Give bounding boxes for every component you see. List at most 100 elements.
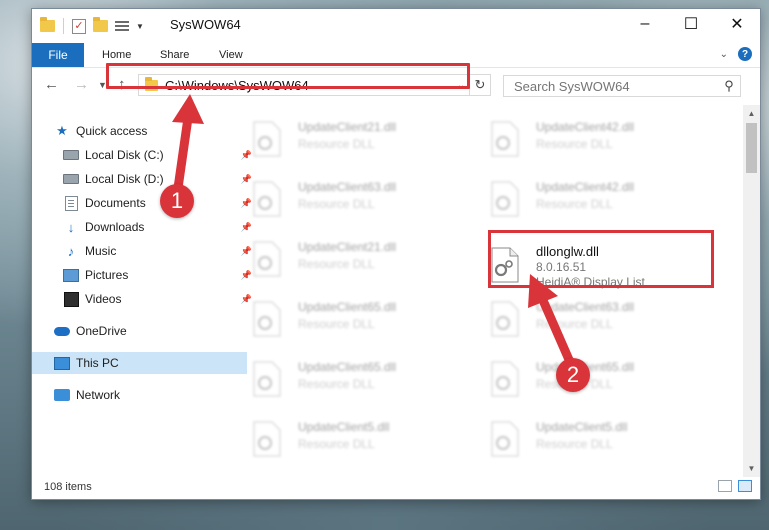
download-icon: ↓ bbox=[67, 219, 75, 235]
large-icons-view-icon[interactable] bbox=[738, 480, 752, 492]
list-item-dllonglw[interactable]: dllonglw.dll 8.0.16.51 HeidiA® Display L… bbox=[468, 239, 698, 295]
quick-access-toolbar: ✓ ▼ bbox=[40, 17, 144, 34]
scroll-thumb[interactable] bbox=[746, 123, 757, 173]
customize-toolbar-icon[interactable] bbox=[115, 20, 129, 32]
forward-arrow-icon[interactable]: → bbox=[74, 76, 89, 93]
list-item[interactable]: UpdateClient21.dll Resource DLL bbox=[230, 235, 460, 283]
file-description: Resource DLL bbox=[536, 197, 613, 211]
tab-home[interactable]: Home bbox=[102, 43, 131, 67]
computer-icon bbox=[54, 356, 70, 370]
refresh-icon[interactable]: ↻ bbox=[469, 75, 490, 95]
step-1-badge: 1 bbox=[160, 184, 194, 218]
file-name: UpdateClient63.dll bbox=[536, 300, 635, 314]
dll-file-icon bbox=[253, 121, 281, 157]
sidebar-item-quick-access[interactable]: ★ Quick access bbox=[32, 120, 247, 142]
sidebar-item-network[interactable]: Network bbox=[32, 384, 247, 406]
sidebar-item-local-disk-d[interactable]: Local Disk (D:) 📌 bbox=[32, 168, 256, 190]
details-view-icon[interactable] bbox=[718, 480, 732, 492]
sidebar-item-this-pc[interactable]: This PC bbox=[32, 352, 247, 374]
file-description: Resource DLL bbox=[536, 137, 613, 151]
up-arrow-icon[interactable]: ↑ bbox=[118, 76, 126, 93]
list-item[interactable]: UpdateClient5.dll Resource DLL bbox=[230, 415, 460, 463]
sidebar-item-label: Local Disk (D:) bbox=[85, 172, 164, 186]
list-item[interactable]: UpdateClient63.dll Resource DLL bbox=[230, 175, 460, 223]
item-count: 108 items bbox=[44, 481, 92, 493]
window-controls: – ☐ ✕ bbox=[622, 9, 760, 39]
documents-icon bbox=[63, 195, 79, 211]
list-item[interactable]: UpdateClient65.dll Resource DLL bbox=[230, 355, 460, 403]
sidebar-item-label: OneDrive bbox=[76, 324, 127, 338]
file-description: Resource DLL bbox=[298, 257, 375, 271]
sidebar-item-label: Downloads bbox=[85, 220, 145, 234]
file-description: HeidiA® Display List bbox=[536, 275, 645, 289]
network-icon bbox=[54, 388, 70, 402]
scroll-up-icon[interactable]: ▲ bbox=[743, 105, 760, 122]
address-dropdown-icon[interactable]: ⌄ bbox=[453, 80, 469, 91]
toolbar-dropdown-icon[interactable]: ▼ bbox=[136, 22, 144, 31]
file-name: UpdateClient65.dll bbox=[298, 360, 397, 374]
vertical-scrollbar[interactable]: ▲ ▼ bbox=[743, 105, 760, 477]
sidebar-item-local-disk-c[interactable]: Local Disk (C:) 📌 bbox=[32, 144, 256, 166]
maximize-button[interactable]: ☐ bbox=[668, 9, 714, 39]
file-version: 8.0.16.51 bbox=[536, 260, 587, 274]
sidebar-item-videos[interactable]: Videos 📌 bbox=[32, 288, 256, 310]
tab-view[interactable]: View bbox=[219, 43, 243, 67]
expand-ribbon-icon[interactable]: ⌄ bbox=[720, 49, 728, 60]
close-button[interactable]: ✕ bbox=[714, 9, 760, 39]
file-name: UpdateClient21.dll bbox=[298, 120, 397, 134]
dll-file-icon bbox=[491, 247, 519, 283]
file-name: UpdateClient42.dll bbox=[536, 120, 635, 134]
properties-check-icon[interactable]: ✓ bbox=[72, 18, 86, 34]
list-item[interactable]: UpdateClient5.dll Resource DLL bbox=[468, 415, 698, 463]
file-list: UpdateClient21.dll Resource DLL UpdateCl… bbox=[230, 105, 742, 477]
tab-file[interactable]: File bbox=[32, 43, 84, 67]
sidebar-item-label: This PC bbox=[76, 356, 119, 370]
ribbon-tabs: File Home Share View ⌄ ? bbox=[32, 41, 760, 68]
help-icon[interactable]: ? bbox=[738, 47, 752, 61]
dll-file-icon bbox=[491, 301, 519, 337]
sidebar-item-label: Local Disk (C:) bbox=[85, 148, 164, 162]
file-name: dllonglw.dll bbox=[536, 244, 599, 259]
sidebar-item-label: Documents bbox=[85, 196, 146, 210]
file-description: Resource DLL bbox=[536, 317, 613, 331]
back-arrow-icon[interactable]: ← bbox=[44, 76, 59, 93]
minimize-button[interactable]: – bbox=[622, 9, 668, 39]
file-description: Resource DLL bbox=[298, 377, 375, 391]
list-item[interactable]: UpdateClient42.dll Resource DLL bbox=[468, 175, 698, 223]
sidebar-item-onedrive[interactable]: OneDrive bbox=[32, 320, 247, 342]
list-item[interactable]: UpdateClient42.dll Resource DLL bbox=[468, 115, 698, 163]
list-item[interactable]: UpdateClient21.dll Resource DLL bbox=[230, 115, 460, 163]
sidebar-item-documents[interactable]: Documents 📌 bbox=[32, 192, 256, 214]
new-folder-icon[interactable] bbox=[93, 17, 108, 32]
tab-share[interactable]: Share bbox=[160, 43, 189, 67]
dll-file-icon bbox=[491, 181, 519, 217]
sidebar-item-music[interactable]: ♪ Music 📌 bbox=[32, 240, 256, 262]
sidebar-item-pictures[interactable]: Pictures 📌 bbox=[32, 264, 256, 286]
sidebar-item-label: Quick access bbox=[76, 124, 148, 138]
dll-file-icon bbox=[491, 421, 519, 457]
file-description: Resource DLL bbox=[298, 317, 375, 331]
dll-file-icon bbox=[491, 361, 519, 397]
sidebar-item-downloads[interactable]: ↓ Downloads 📌 bbox=[32, 216, 256, 238]
sidebar-item-label: Network bbox=[76, 388, 121, 402]
file-description: Resource DLL bbox=[536, 437, 613, 451]
recent-locations-icon[interactable]: ▼ bbox=[98, 80, 107, 90]
window-title: SysWOW64 bbox=[170, 17, 241, 32]
toolbar-divider bbox=[63, 18, 64, 34]
dll-file-icon bbox=[491, 121, 519, 157]
file-name: UpdateClient5.dll bbox=[298, 420, 390, 434]
search-input[interactable] bbox=[512, 77, 718, 95]
search-icon[interactable]: ⚲ bbox=[718, 78, 740, 94]
file-name: UpdateClient21.dll bbox=[298, 240, 397, 254]
list-item[interactable]: UpdateClient65.dll Resource DLL bbox=[230, 295, 460, 343]
folder-icon bbox=[40, 17, 55, 32]
address-path[interactable]: C:\Windows\SysWOW64 bbox=[165, 78, 453, 93]
view-toggles bbox=[718, 480, 752, 492]
file-name: UpdateClient5.dll bbox=[536, 420, 628, 434]
search-box[interactable]: ⚲ bbox=[503, 75, 741, 97]
dll-file-icon bbox=[253, 181, 281, 217]
status-bar: 108 items bbox=[32, 475, 760, 499]
list-item[interactable]: UpdateClient63.dll Resource DLL bbox=[468, 295, 698, 343]
dll-file-icon bbox=[253, 241, 281, 277]
address-bar[interactable]: C:\Windows\SysWOW64 ⌄ ↻ bbox=[138, 74, 491, 96]
